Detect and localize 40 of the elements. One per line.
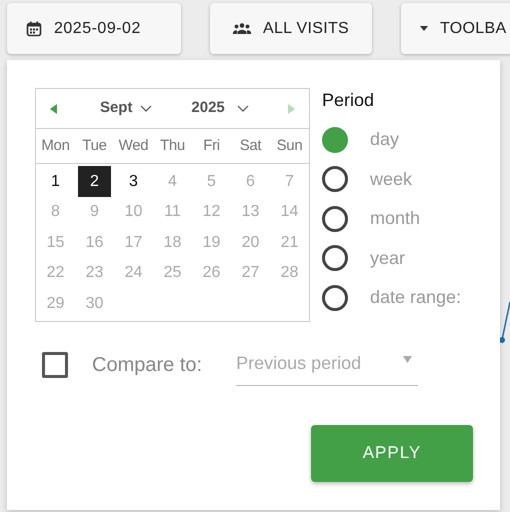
radio-button[interactable] [322,126,348,153]
year-select[interactable]: 2025 [191,97,249,120]
calendar-day[interactable]: 2 [78,166,111,197]
radio-button[interactable] [322,284,348,311]
dropdown-triangle-icon [403,356,412,362]
chart-line-drawing [498,300,510,346]
dropdown-triangle-icon [420,26,428,31]
toolbar-button[interactable]: ALL VISITS [210,3,372,54]
chevron-down-icon [140,105,152,112]
toolbar-button[interactable]: 2025-09-02 [7,3,181,54]
weekday-label: Tue [81,136,108,156]
radio-button[interactable] [322,245,348,272]
triangle-right-icon [288,104,295,114]
period-radio-option[interactable]: year [322,238,462,278]
weekday-label: Thu [159,136,186,156]
weekday-label: Sun [276,136,304,156]
chevron-down-icon [236,105,249,112]
compare-select[interactable]: Previous period [236,344,418,386]
period-title: Period [322,89,376,112]
compare-label: Compare to: [92,352,202,378]
month-select[interactable]: Sept [96,97,152,120]
people-icon [233,23,251,34]
weekday-label: Wed [118,136,150,156]
period-radio-option[interactable]: week [322,160,462,199]
calendar-day[interactable]: 3 [117,166,150,197]
period-radio-option[interactable]: day [322,120,462,160]
weekday-label: Fri [202,136,221,156]
period-radio-option[interactable]: date range: [322,278,462,318]
weekday-label: Sat [238,136,262,156]
previous-month-button[interactable] [50,104,57,114]
calendar-day[interactable]: 1 [39,166,72,197]
calendar-icon [26,20,42,36]
weekday-label: Mon [40,136,71,156]
toolbar-button[interactable]: TOOLBA [401,3,510,54]
apply-button[interactable]: APPLY [311,424,473,482]
compare-checkbox[interactable] [42,352,68,378]
radio-button[interactable] [322,206,348,232]
triangle-left-icon [50,104,57,114]
period-radio-option[interactable]: month [322,199,462,238]
radio-button[interactable] [322,166,348,192]
